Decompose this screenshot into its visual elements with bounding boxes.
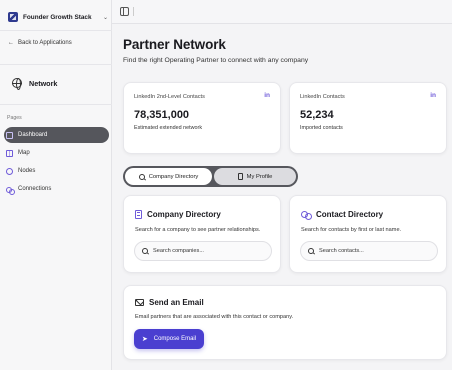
sidebar-nav: Dashboard Map Nodes Connections <box>4 127 109 199</box>
sidebar-item-nodes[interactable]: Nodes <box>4 163 109 179</box>
arrow-left-icon: ← <box>8 40 14 46</box>
stat-label: LinkedIn 2nd-Level Contacts <box>134 94 205 100</box>
divider <box>133 7 134 16</box>
company-directory-card: Company Directory Search for a company t… <box>123 195 281 273</box>
stat-subtext: Estimated extended network <box>134 125 203 131</box>
pages-label: Pages <box>7 115 22 121</box>
directory-tab-toggle: Company Directory My Profile <box>123 166 298 187</box>
search-contacts-input[interactable]: Search contacts... <box>300 241 438 261</box>
document-icon <box>237 173 243 180</box>
sidebar-item-label: Nodes <box>18 168 36 174</box>
stat-card-linkedin-contacts: LinkedIn Contacts in 52,234 Imported con… <box>289 82 447 154</box>
compose-email-button[interactable]: ➤ Compose Email <box>134 329 204 349</box>
network-section-header: Network <box>12 78 58 90</box>
linkedin-icon: in <box>264 92 270 99</box>
tab-company-directory[interactable]: Company Directory <box>125 168 212 185</box>
building-icon <box>135 210 142 219</box>
top-bar <box>112 0 452 24</box>
card-title: Contact Directory <box>301 210 384 220</box>
sidebar-item-connections[interactable]: Connections <box>4 181 109 197</box>
people-icon <box>301 210 312 220</box>
sidebar-item-label: Map <box>18 150 30 156</box>
sidebar-item-map[interactable]: Map <box>4 145 109 161</box>
divider <box>0 64 112 65</box>
stat-value: 78,351,000 <box>134 109 190 121</box>
back-link-label: Back to Applications <box>18 40 72 46</box>
send-icon: ➤ <box>141 335 148 343</box>
tab-label: Company Directory <box>148 173 199 180</box>
search-placeholder: Search contacts... <box>319 248 364 254</box>
sidebar: Founder Growth Stack ⌄ ← Back to Applica… <box>0 0 112 370</box>
button-label: Compose Email <box>153 336 197 342</box>
chevron-up-down-icon: ⌄ <box>102 14 108 21</box>
brand-name: Founder Growth Stack <box>23 13 92 21</box>
dashboard-icon <box>6 131 13 139</box>
back-to-applications-link[interactable]: ← Back to Applications <box>8 40 72 46</box>
sidebar-item-label: Connections <box>18 186 52 192</box>
tab-my-profile[interactable]: My Profile <box>214 168 296 185</box>
card-description: Email partners that are associated with … <box>135 314 294 320</box>
card-title: Send an Email <box>135 298 204 307</box>
card-title-text: Contact Directory <box>316 210 384 219</box>
connections-icon <box>6 186 15 195</box>
sidebar-item-dashboard[interactable]: Dashboard <box>4 127 109 143</box>
map-icon <box>6 149 13 157</box>
network-title: Network <box>29 78 58 88</box>
search-icon <box>138 173 145 180</box>
card-description: Search for contacts by first or last nam… <box>301 227 402 233</box>
card-title: Company Directory <box>135 210 221 219</box>
page-title: Partner Network <box>123 37 226 52</box>
search-placeholder: Search companies... <box>153 248 204 254</box>
stat-label: LinkedIn Contacts <box>300 94 345 100</box>
brand-switcher[interactable]: Founder Growth Stack ⌄ <box>8 10 108 24</box>
contact-directory-card: Contact Directory Search for contacts by… <box>289 195 447 273</box>
brand-logo-icon <box>8 12 18 22</box>
search-icon <box>308 248 314 254</box>
divider <box>0 104 112 105</box>
nodes-icon <box>6 167 13 175</box>
linkedin-icon: in <box>430 92 436 99</box>
sidebar-item-label: Dashboard <box>18 132 48 138</box>
send-email-card: Send an Email Email partners that are as… <box>123 285 447 360</box>
divider <box>0 30 112 31</box>
stat-subtext: Imported contacts <box>300 125 343 131</box>
stat-card-2nd-level-contacts: LinkedIn 2nd-Level Contacts in 78,351,00… <box>123 82 281 154</box>
globe-icon <box>12 78 22 90</box>
card-description: Search for a company to see partner rela… <box>135 227 261 233</box>
card-title-text: Send an Email <box>149 298 204 307</box>
card-title-text: Company Directory <box>147 210 221 219</box>
search-icon <box>142 248 148 254</box>
search-companies-input[interactable]: Search companies... <box>134 241 272 261</box>
tab-label: My Profile <box>246 173 273 180</box>
page-subtitle: Find the right Operating Partner to conn… <box>123 57 309 64</box>
stat-value: 52,234 <box>300 109 334 121</box>
mail-icon <box>135 299 144 306</box>
sidebar-toggle-icon[interactable] <box>120 7 129 16</box>
